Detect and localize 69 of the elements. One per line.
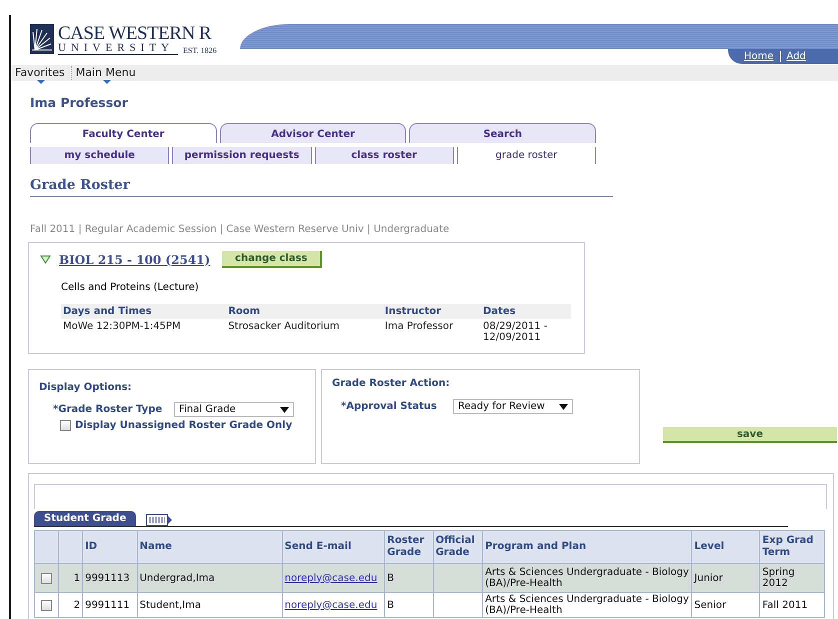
panel-heading: Display Options: (39, 382, 133, 393)
table-cell: Arts & Sciences Undergraduate - Biology (BA)/Pre-Health (482, 592, 692, 618)
table-cell: 9991113 (82, 564, 138, 592)
dropdown[interactable]: Final Grade (174, 402, 294, 417)
table-cell: B (384, 564, 434, 592)
header-link[interactable]: Home (744, 51, 774, 62)
page-tab[interactable]: class roster (314, 147, 454, 164)
row-checkbox[interactable] (41, 572, 52, 584)
column-header: Roster Grade (384, 530, 434, 564)
center-tab[interactable]: Search (409, 123, 596, 143)
column-header: Days and Times (61, 304, 226, 319)
table-cell: 08/29/2011 - 12/09/2011 (481, 319, 571, 345)
column-header: ID (82, 530, 138, 564)
table-cell: Spring 2012 (760, 564, 824, 592)
grid-view-icon[interactable] (146, 514, 174, 526)
table-cell: 9991111 (82, 592, 138, 618)
university-subtitle: UNIVERSITY (58, 43, 178, 55)
header-link[interactable]: Add (786, 51, 806, 62)
row-checkbox[interactable] (41, 600, 52, 610)
center-tab[interactable]: Faculty Center (30, 123, 217, 143)
table-cell: Student,Ima (137, 592, 282, 618)
save-button[interactable]: save (663, 427, 837, 443)
grid-tab[interactable]: Student Grade (34, 511, 136, 526)
table-cell: Strosacker Auditorium (226, 319, 383, 345)
column-header: Send E-mail (282, 530, 385, 564)
field-label: *Grade Roster Type (53, 404, 164, 415)
column-header: Program and Plan (482, 530, 692, 564)
page-tab[interactable]: grade roster (456, 147, 596, 164)
table-cell: Junior (692, 564, 760, 592)
university-logo-icon (30, 24, 54, 54)
checkbox[interactable] (60, 420, 71, 431)
panel-heading: Grade Roster Action: (332, 378, 451, 389)
table-cell: Arts & Sciences Undergraduate - Biology (BA)/Pre-Health (482, 564, 692, 592)
column-header: Exp Grad Term (760, 530, 824, 564)
table-cell (433, 592, 483, 618)
field-label: *Approval Status (341, 401, 438, 412)
column-header: Official Grade (433, 530, 483, 564)
column-header: Room (226, 304, 383, 319)
table-cell: B (384, 592, 434, 618)
menu-item[interactable]: Favorites (11, 66, 72, 80)
table-cell: Senior (692, 592, 760, 618)
page-title: Grade Roster (30, 177, 613, 197)
university-name: CASE WESTERN R (58, 24, 212, 43)
change-class-button[interactable]: change class (222, 251, 322, 268)
term-info: Fall 2011 | Regular Academic Session | Case Western Reserve Univ | Undergraduate (30, 224, 450, 235)
table-cell: Ima Professor (382, 319, 481, 345)
class-description: Cells and Proteins (Lecture) (61, 282, 200, 293)
table-cell: MoWe 12:30PM-1:45PM (61, 319, 226, 345)
page-tab[interactable]: my schedule (30, 147, 170, 164)
class-title-link[interactable]: BIOL 215 - 100 (2541) (59, 252, 210, 266)
table-cell: Fall 2011 (760, 592, 824, 618)
page-tab[interactable]: permission requests (172, 147, 312, 164)
established-year: EST. 1826 (183, 46, 217, 55)
collapse-triangle-icon[interactable] (40, 255, 51, 264)
table-cell (433, 564, 483, 592)
column-header: Dates (481, 304, 571, 319)
menu-item[interactable]: Main Menu (72, 66, 142, 80)
dropdown-arrow-icon (559, 404, 568, 410)
row-number: 1 (58, 564, 83, 592)
checkbox-label: Display Unassigned Roster Grade Only (75, 420, 292, 431)
column-header: Level (692, 530, 760, 564)
user-name: Ima Professor (30, 95, 129, 110)
table-cell: Undergrad,Ima (137, 564, 282, 592)
center-tab[interactable]: Advisor Center (220, 123, 406, 143)
dropdown[interactable]: Ready for Review (453, 399, 573, 414)
column-header: Name (137, 530, 282, 564)
dropdown-arrow-icon (280, 406, 289, 412)
row-number: 2 (58, 592, 83, 618)
column-header: Instructor (382, 304, 481, 319)
